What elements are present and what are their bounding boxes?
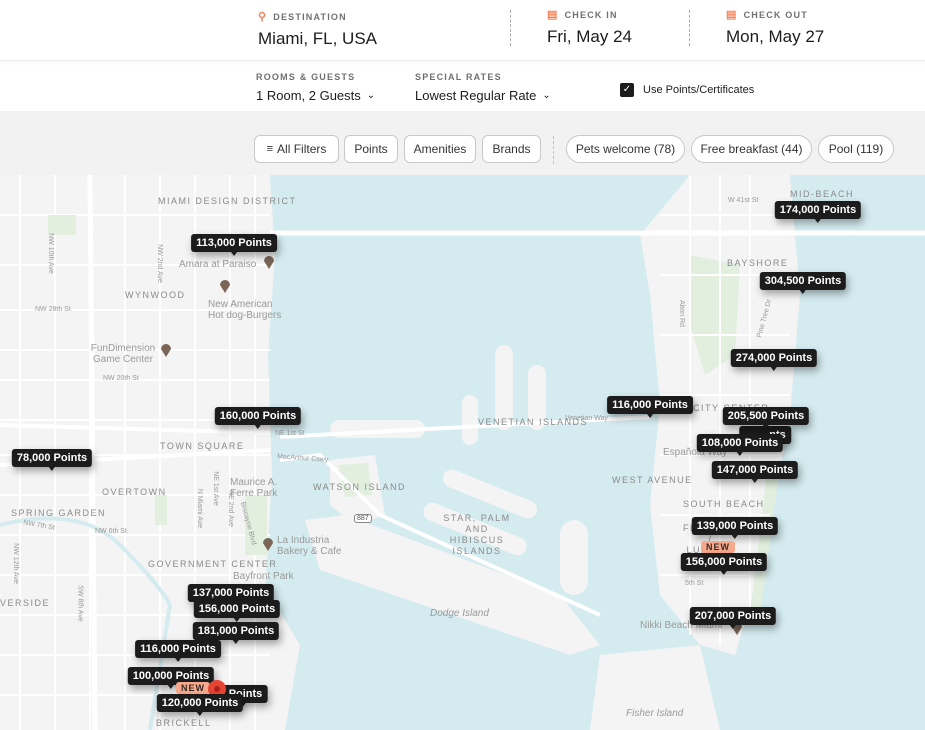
points-filter-button[interactable]: Points [344,135,398,163]
street-label: SW 8th Ave [76,585,84,622]
hotel-marker[interactable]: 160,000 Points [214,407,302,429]
area-label-brickell: BRICKELL [156,718,212,728]
street-label: NE 1st St [275,430,305,437]
hotel-marker[interactable]: 78,000 Points [11,449,93,471]
hotel-marker[interactable]: 139,000 Points [691,517,779,539]
use-points-label[interactable]: Use Points/Certificates [643,84,754,96]
place-bayfront-park: Bayfront Park [233,571,294,582]
street-label: N Miami Ave [196,488,204,529]
search-bar: ⚲ DESTINATION Miami, FL, USA ▤ CHECK IN Fr… [0,0,925,60]
area-label-mid-beach: MID-BEACH [790,189,855,199]
pool-chip[interactable]: Pool (119) [818,135,894,163]
street-label: NW 20th St [103,375,139,382]
check-in-label: CHECK IN [564,9,618,20]
hotel-marker[interactable]: 116,000 Points [135,640,221,662]
hotel-marker[interactable]: 181,000 Points [192,622,280,644]
place-maurice-ferre-park: Maurice A. Ferre Park [230,477,278,499]
street-label: Venetian Way [565,415,608,422]
sliders-icon: ≡ [266,143,274,155]
area-label-design-district: MIAMI DESIGN DISTRICT [158,196,297,206]
free-breakfast-chip[interactable]: Free breakfast (44) [691,135,812,163]
check-in-value[interactable]: Fri, May 24 [547,27,632,47]
pets-welcome-chip[interactable]: Pets welcome (78) [566,135,685,163]
street-label: NW 12th Ave [11,543,19,584]
all-filters-button[interactable]: ≡ All Filters [254,135,339,163]
hotel-marker[interactable]: 156,000 Points [680,553,768,575]
rooms-guests-value: 1 Room, 2 Guests [256,88,361,103]
divider [510,10,511,46]
area-label-bayshore: BAYSHORE [727,258,789,268]
hotel-marker[interactable]: 113,000 Points [191,234,277,256]
place-dodge-island: Dodge Island [430,608,489,619]
area-label-spring-garden: SPRING GARDEN [11,508,107,518]
use-points-checkbox[interactable]: ✓ [620,83,634,97]
street-label: Alton Rd [677,300,685,327]
destination-value[interactable]: Miami, FL, USA [258,29,377,49]
area-label-riverside: VERSIDE [0,598,51,608]
hotel-marker[interactable]: 304,500 Points [759,272,847,294]
check-in-field[interactable]: ▤ CHECK IN Fri, May 24 [547,8,632,47]
street-label: NW 2nd Ave [155,244,163,283]
special-rates-select[interactable]: SPECIAL RATES Lowest Regular Rate ⌄ [415,72,551,103]
hotel-marker[interactable]: 174,000 Points [774,201,862,223]
place-new-american: New American Hot dog-Burgers [208,299,282,321]
amenities-filter-button[interactable]: Amenities [404,135,476,163]
restaurant-pin-icon[interactable] [262,535,274,551]
place-fisher-island: Fisher Island [626,708,684,719]
all-filters-label: All Filters [277,142,327,156]
place-la-industria: La Industria Bakery & Cafe [277,535,342,557]
calendar-icon: ▤ [547,9,559,21]
street-label: NW 6th St [95,528,127,535]
street-label: NE 1st Ave [211,471,219,506]
special-rates-label: SPECIAL RATES [415,72,502,82]
divider [553,136,554,164]
area-label-south-beach: SOUTH BEACH [683,499,765,509]
hotel-marker[interactable]: 156,000 Points [193,600,281,622]
highway-shield-887: 887 [354,514,372,523]
hotel-marker[interactable]: 147,000 Points [711,461,799,483]
options-bar: ROOMS & GUESTS 1 Room, 2 Guests ⌄ SPECIAL… [0,60,925,111]
hotel-marker[interactable]: 116,000 Points [607,396,693,418]
street-label: NE 2nd Ave [226,490,234,527]
area-label-government-center: GOVERNMENT CENTER [148,559,278,569]
brands-filter-button[interactable]: Brands [482,135,541,163]
street-label: NW 28th St [35,306,71,313]
area-label-star-palm-hibiscus: STAR, PALM AND HIBISCUS ISLANDS [443,513,511,556]
destination-label: DESTINATION [273,11,347,22]
hotel-marker[interactable]: 120,000 Points [156,694,244,716]
check-out-value[interactable]: Mon, May 27 [726,27,824,47]
map-pin-icon: ⚲ [258,11,268,23]
map[interactable]: MIAMI DESIGN DISTRICT WYNWOOD TOWN SQUAR… [0,175,925,730]
rooms-guests-select[interactable]: ROOMS & GUESTS 1 Room, 2 Guests ⌄ [256,72,375,103]
new-badge: NEW [176,682,210,694]
area-label-wynwood: WYNWOOD [125,290,186,300]
restaurant-pin-icon[interactable] [219,277,231,293]
restaurant-pin-icon[interactable] [263,253,275,269]
filter-bar: ≡ All Filters Points Amenities Brands Pe… [0,124,925,176]
place-fundimension: FunDimension Game Center [90,343,156,365]
chevron-down-icon: ⌄ [542,90,551,101]
calendar-icon: ▤ [726,9,738,21]
hotel-marker[interactable]: 207,000 Points [689,607,777,629]
hotel-marker[interactable]: 108,000 Points [696,434,784,456]
divider [689,10,690,46]
street-label: W 41st St [728,197,759,204]
check-out-label: CHECK OUT [743,9,808,20]
street-label: 5th St [685,580,704,587]
area-label-overtown: OVERTOWN [102,487,167,497]
hotel-marker[interactable]: 274,000 Points [730,349,818,371]
special-rates-value: Lowest Regular Rate [415,88,537,103]
street-label: NW 10th Ave [46,233,54,274]
area-label-town-square: TOWN SQUARE [160,441,245,451]
new-badge: NEW [701,541,735,553]
rooms-guests-label: ROOMS & GUESTS [256,72,356,82]
restaurant-pin-icon[interactable] [160,341,172,357]
chevron-down-icon: ⌄ [366,90,376,101]
check-out-field[interactable]: ▤ CHECK OUT Mon, May 27 [726,8,824,47]
area-label-west-avenue: WEST AVENUE [612,475,693,485]
hotel-marker[interactable]: 205,500 Points [722,407,810,429]
area-label-watson-island: WATSON ISLAND [313,482,407,492]
destination-field[interactable]: ⚲ DESTINATION Miami, FL, USA [258,10,377,49]
place-amara: Amara at Paraiso [179,259,257,270]
